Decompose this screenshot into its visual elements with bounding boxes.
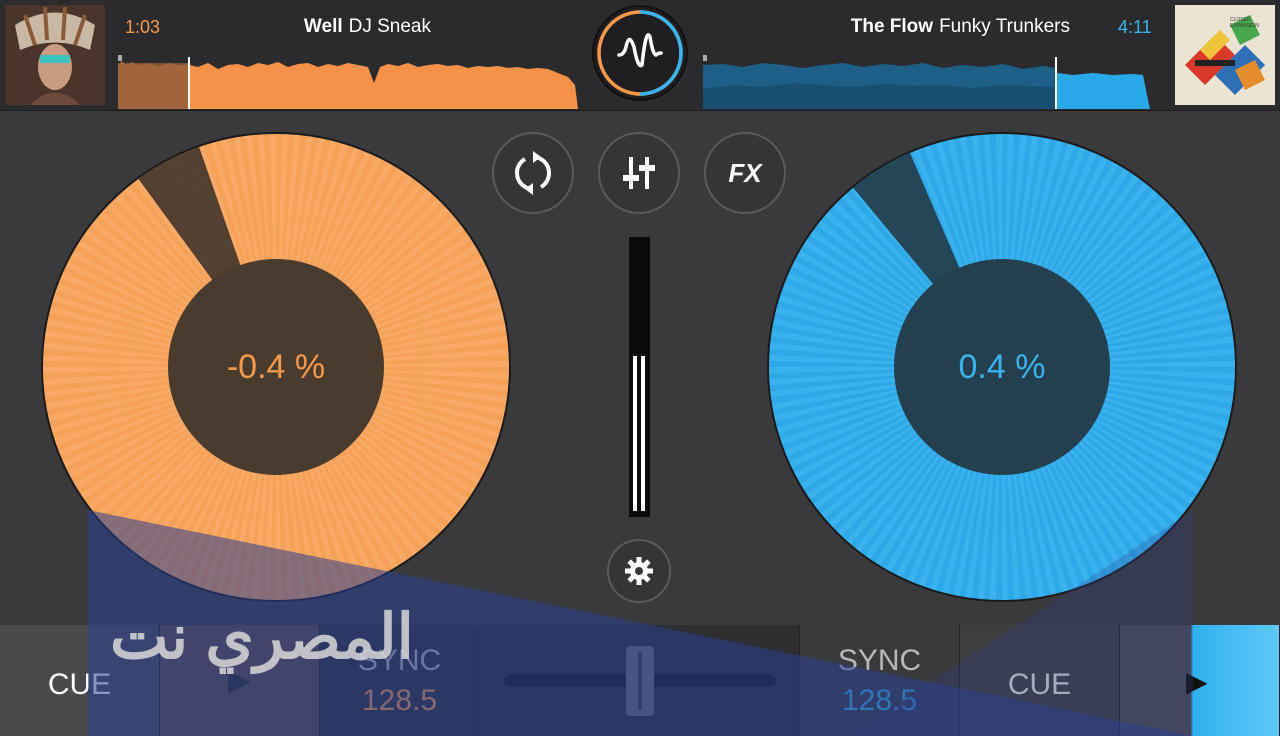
app-logo[interactable] bbox=[592, 5, 688, 101]
crossfader[interactable] bbox=[480, 625, 800, 736]
play-icon: ▶ bbox=[1186, 666, 1208, 697]
mixer-icon bbox=[623, 157, 655, 189]
deck-b-pitch-display: 0.4 % bbox=[894, 259, 1110, 475]
deck-b-jog-wheel[interactable]: 0.4 % bbox=[767, 132, 1237, 602]
loop-icon bbox=[514, 151, 552, 195]
deck-a-album-art[interactable] bbox=[5, 5, 105, 105]
deck-b-sync-label: SYNC bbox=[837, 643, 922, 677]
deck-b-bpm: 128.5 bbox=[841, 683, 918, 717]
deck-a-elapsed-time: 1:03 bbox=[125, 17, 161, 37]
deck-b-track-info[interactable]: The Flow Funky Trunkers bbox=[851, 16, 1070, 38]
deck-b-cue-label: CUE bbox=[1007, 667, 1072, 701]
deck-a-bpm: 128.5 bbox=[361, 683, 438, 717]
mixer-button[interactable] bbox=[598, 132, 680, 214]
watermark-text: المصري نت bbox=[110, 603, 414, 672]
gear-icon bbox=[625, 557, 653, 585]
deck-b-sync-button[interactable]: SYNC 128.5 bbox=[800, 625, 960, 736]
deck-a-artist: DJ Sneak bbox=[348, 16, 431, 37]
deck-b-title: The Flow bbox=[850, 16, 934, 37]
deck-a-track-info[interactable]: Well DJ Sneak bbox=[304, 16, 431, 38]
settings-button[interactable] bbox=[607, 539, 671, 603]
deck-b-artist: Funky Trunkers bbox=[939, 16, 1070, 37]
deck-b-waveform[interactable] bbox=[703, 55, 1150, 109]
deck-a-waveform[interactable] bbox=[118, 55, 578, 109]
vu-meter-left-level bbox=[633, 356, 637, 511]
vu-meter bbox=[629, 237, 650, 517]
deck-a-pitch-display: -0.4 % bbox=[168, 259, 384, 475]
deck-a-cue-label: CUE bbox=[47, 667, 112, 701]
deck-b-album-art[interactable]: CLOSED EXPANSION bbox=[1175, 5, 1275, 105]
loop-button[interactable] bbox=[492, 132, 574, 214]
deck-b-play-button[interactable]: ▶ bbox=[1120, 625, 1280, 736]
vu-meter-right-level bbox=[641, 356, 645, 511]
crossfader-handle[interactable] bbox=[626, 646, 654, 716]
svg-text:EXPANSION: EXPANSION bbox=[1230, 23, 1259, 29]
deck-a-jog-wheel[interactable]: -0.4 % bbox=[41, 132, 511, 602]
deck-b-remaining-time: 4:11 bbox=[1118, 17, 1152, 37]
deck-b-cue-button[interactable]: CUE bbox=[960, 625, 1120, 736]
deck-a-title: Well bbox=[303, 16, 343, 37]
fx-button[interactable]: FX bbox=[704, 132, 786, 214]
top-bar: 1:03 Well DJ Sneak The Flow Funky Trunkers… bbox=[0, 0, 1280, 111]
